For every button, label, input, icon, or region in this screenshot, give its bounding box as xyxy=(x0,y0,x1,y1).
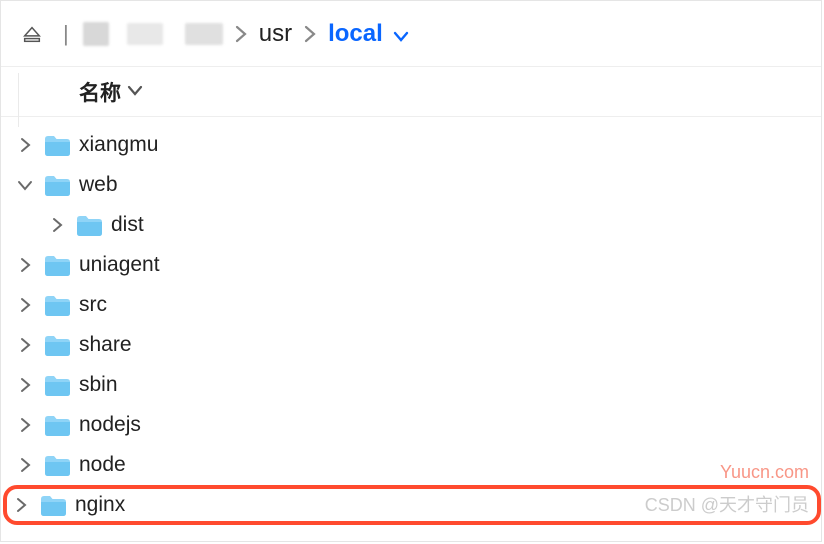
tree-row[interactable]: src xyxy=(7,285,821,325)
tree-row[interactable]: dist xyxy=(39,205,821,245)
tree-item-label: uniagent xyxy=(79,253,160,277)
folder-icon xyxy=(43,133,71,157)
tree-row[interactable]: sbin xyxy=(7,365,821,405)
folder-icon xyxy=(43,333,71,357)
tree-item-label: xiangmu xyxy=(79,133,158,157)
chevron-right-icon[interactable] xyxy=(15,417,35,433)
file-tree: xiangmu web dist uniagent src share sbin nodejs… xyxy=(1,117,821,525)
watermark: CSDN @天才守门员 xyxy=(645,491,809,517)
folder-icon xyxy=(39,493,67,517)
folder-icon xyxy=(43,253,71,277)
chevron-right-icon[interactable] xyxy=(11,497,31,513)
chevron-right-icon xyxy=(233,24,249,44)
column-header-row: 名称 xyxy=(1,67,821,117)
blurred-region xyxy=(185,23,223,45)
chevron-right-icon[interactable] xyxy=(15,257,35,273)
tree-item-label: sbin xyxy=(79,373,118,397)
tree-item-label: src xyxy=(79,293,107,317)
tree-item-label: share xyxy=(79,333,132,357)
folder-icon xyxy=(75,213,103,237)
chevron-right-icon[interactable] xyxy=(15,337,35,353)
blurred-region xyxy=(83,22,109,46)
blurred-region xyxy=(127,23,163,45)
chevron-right-icon[interactable] xyxy=(15,457,35,473)
tree-item-label: nginx xyxy=(75,493,125,517)
file-browser-window: | usr local 名称 xiangmu web dist uniagent src… xyxy=(0,0,822,542)
tree-row[interactable]: share xyxy=(7,325,821,365)
tree-item-label: node xyxy=(79,453,126,477)
folder-icon xyxy=(43,293,71,317)
chevron-down-icon[interactable] xyxy=(15,178,35,192)
folder-icon xyxy=(43,413,71,437)
side-handle xyxy=(1,73,19,127)
tree-row[interactable]: node xyxy=(7,445,821,485)
folder-icon xyxy=(43,453,71,477)
tree-item-label: dist xyxy=(111,213,144,237)
tree-item-label: nodejs xyxy=(79,413,141,437)
breadcrumb-item-usr[interactable]: usr xyxy=(259,20,292,48)
watermark: Yuucn.com xyxy=(720,462,809,483)
chevron-right-icon[interactable] xyxy=(47,217,67,233)
chevron-right-icon xyxy=(302,24,318,44)
column-header-name[interactable]: 名称 xyxy=(79,77,121,107)
chevron-down-icon[interactable] xyxy=(389,20,409,47)
tree-item-label: web xyxy=(79,173,118,197)
tree-row[interactable]: nodejs xyxy=(7,405,821,445)
tree-row[interactable]: web xyxy=(7,165,821,205)
divider: | xyxy=(63,21,69,47)
folder-icon xyxy=(43,373,71,397)
breadcrumb-item-local[interactable]: local xyxy=(328,20,409,48)
eject-icon[interactable] xyxy=(21,23,43,45)
tree-row[interactable]: uniagent xyxy=(7,245,821,285)
folder-icon xyxy=(43,173,71,197)
tree-row[interactable]: xiangmu xyxy=(7,125,821,165)
chevron-right-icon[interactable] xyxy=(15,297,35,313)
chevron-right-icon[interactable] xyxy=(15,377,35,393)
chevron-down-icon[interactable] xyxy=(127,81,143,103)
breadcrumb-label: local xyxy=(328,20,383,47)
toolbar: | usr local xyxy=(1,1,821,67)
chevron-right-icon[interactable] xyxy=(15,137,35,153)
